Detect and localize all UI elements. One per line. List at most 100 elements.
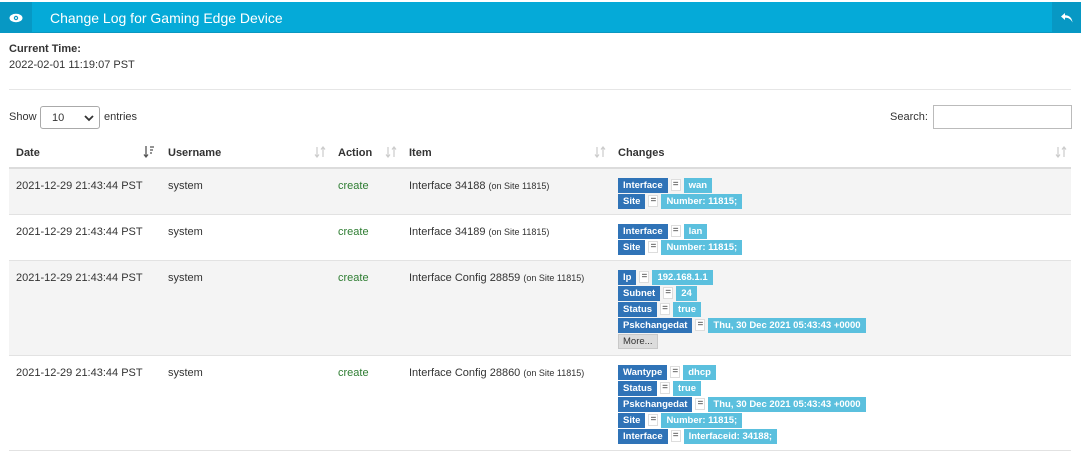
sort-icon[interactable] xyxy=(594,145,606,159)
row-action: create xyxy=(338,272,369,284)
table-row: 2021-12-29 21:43:44 PST system create In… xyxy=(9,169,1071,215)
change-value: Thu, 30 Dec 2021 05:43:43 +0000 xyxy=(708,317,866,333)
change-value: 24 xyxy=(676,285,697,301)
row-item: Interface 34189 (on Site 11815) xyxy=(409,226,549,238)
change-key: Interface xyxy=(618,223,668,239)
change-key: Site xyxy=(618,412,646,428)
equals-sign: = xyxy=(660,303,671,315)
row-username: system xyxy=(168,226,203,238)
change-list: Interface = wan Site = Number: 11815; xyxy=(618,177,743,209)
sort-desc-icon[interactable] xyxy=(143,145,155,159)
row-username: system xyxy=(168,367,203,379)
equals-sign: = xyxy=(660,382,671,394)
item-name: Interface 34188 xyxy=(409,180,486,192)
sort-icon[interactable] xyxy=(385,145,397,159)
change-value: 192.168.1.1 xyxy=(652,269,713,285)
equals-sign: = xyxy=(663,287,674,299)
current-time-label: Current Time: xyxy=(9,43,81,55)
row-username: system xyxy=(168,272,203,284)
change-entry: Pskchangedat = Thu, 30 Dec 2021 05:43:43 +… xyxy=(618,317,866,333)
item-site: (on Site 11815) xyxy=(523,273,585,283)
table-row: 2021-12-29 21:43:44 PST system create In… xyxy=(9,356,1071,451)
page-size-select[interactable]: 10 xyxy=(40,106,100,129)
change-list: Wantype = dhcp Status = true Pskchangedat = Th… xyxy=(618,364,866,444)
equals-sign: = xyxy=(670,179,681,191)
row-date: 2021-12-29 21:43:44 PST xyxy=(16,272,143,284)
search-label: Search: xyxy=(890,111,928,123)
change-key: Pskchangedat xyxy=(618,396,693,412)
change-entry: Interface = Interfaceid: 34188; xyxy=(618,428,866,444)
change-entry: Subnet = 24 xyxy=(618,285,866,301)
row-date: 2021-12-29 21:43:44 PST xyxy=(16,226,143,238)
item-name: Interface 34189 xyxy=(409,226,486,238)
change-value: Thu, 30 Dec 2021 05:43:43 +0000 xyxy=(708,396,866,412)
column-header-action[interactable]: Action xyxy=(338,147,372,159)
change-key: Pskchangedat xyxy=(618,317,693,333)
row-item: Interface Config 28859 (on Site 11815) xyxy=(409,272,584,284)
column-header-date[interactable]: Date xyxy=(16,147,40,159)
change-value: Number: 11815; xyxy=(661,193,743,209)
entries-label: entries xyxy=(104,111,138,123)
change-entry: Site = Number: 11815; xyxy=(618,412,866,428)
item-name: Interface Config 28860 xyxy=(409,367,521,379)
row-item: Interface 34188 (on Site 11815) xyxy=(409,180,549,192)
row-action: create xyxy=(338,367,369,379)
chevron-down-icon xyxy=(84,115,94,122)
change-entry: Status = true xyxy=(618,380,866,396)
table-row: 2021-12-29 21:43:44 PST system create In… xyxy=(9,261,1071,356)
row-action: create xyxy=(338,226,369,238)
item-site: (on Site 11815) xyxy=(488,227,550,237)
column-header-changes[interactable]: Changes xyxy=(618,147,664,159)
row-action: create xyxy=(338,180,369,192)
change-entry: Site = Number: 11815; xyxy=(618,239,743,255)
sort-icon[interactable] xyxy=(1055,145,1067,159)
change-key: Ip xyxy=(618,269,637,285)
equals-sign: = xyxy=(695,398,706,410)
change-value: Number: 11815; xyxy=(661,412,743,428)
back-button[interactable] xyxy=(1052,2,1081,33)
change-key: Status xyxy=(618,301,658,317)
equals-sign: = xyxy=(670,366,681,378)
item-name: Interface Config 28859 xyxy=(409,272,521,284)
change-key: Interface xyxy=(618,177,668,193)
page-size-value: 10 xyxy=(52,112,65,124)
change-entry: Status = true xyxy=(618,301,866,317)
change-list: Interface = lan Site = Number: 11815; xyxy=(618,223,743,255)
equals-sign: = xyxy=(670,225,681,237)
change-key: Wantype xyxy=(618,364,668,380)
change-value: Interfaceid: 34188; xyxy=(683,428,778,444)
change-entry: Ip = 192.168.1.1 xyxy=(618,269,866,285)
search-input[interactable] xyxy=(933,105,1072,129)
item-site: (on Site 11815) xyxy=(488,181,550,191)
change-entry: Interface = lan xyxy=(618,223,742,239)
column-header-username[interactable]: Username xyxy=(168,147,221,159)
item-site: (on Site 11815) xyxy=(523,368,585,378)
change-value: true xyxy=(673,380,701,396)
eye-icon xyxy=(9,13,23,22)
change-key: Interface xyxy=(618,428,668,444)
row-date: 2021-12-29 21:43:44 PST xyxy=(16,180,143,192)
show-label: Show xyxy=(9,111,37,123)
change-entry: Wantype = dhcp xyxy=(618,364,866,380)
equals-sign: = xyxy=(648,241,659,253)
changelog-table: Date Username Action Item Changes 2021-1… xyxy=(9,138,1071,451)
change-key: Site xyxy=(618,193,646,209)
sort-icon[interactable] xyxy=(314,145,326,159)
change-value: true xyxy=(673,301,701,317)
equals-sign: = xyxy=(670,430,681,442)
table-row: 2021-12-29 21:43:44 PST system create In… xyxy=(9,215,1071,261)
change-value: dhcp xyxy=(683,364,716,380)
change-value: Number: 11815; xyxy=(661,239,743,255)
more-button[interactable]: More... xyxy=(618,334,658,349)
view-toggle-button[interactable] xyxy=(0,2,32,33)
current-time-value: 2022-02-01 11:19:07 PST xyxy=(9,59,135,71)
page-title: Change Log for Gaming Edge Device xyxy=(50,10,283,26)
divider xyxy=(9,89,1071,90)
column-header-item[interactable]: Item xyxy=(409,147,432,159)
change-entry: Interface = wan xyxy=(618,177,742,193)
equals-sign: = xyxy=(648,414,659,426)
back-arrow-icon xyxy=(1060,12,1072,22)
equals-sign: = xyxy=(648,195,659,207)
equals-sign: = xyxy=(695,319,706,331)
change-value: lan xyxy=(683,223,708,239)
